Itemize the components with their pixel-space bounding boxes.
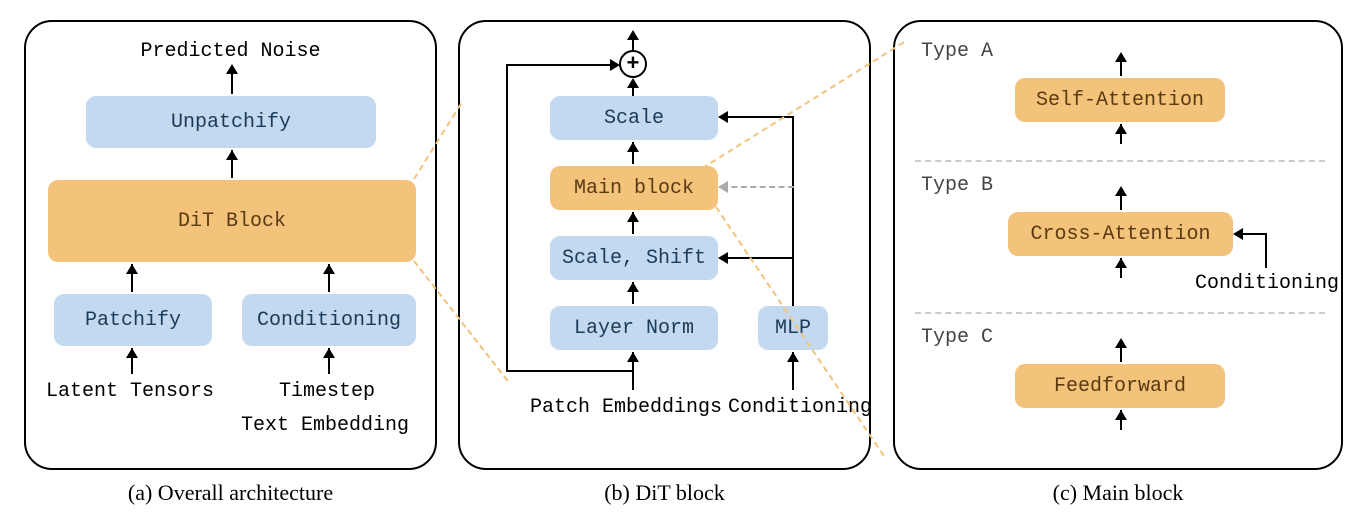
- caption-c: (c) Main block: [893, 480, 1343, 506]
- arrowhead-right-icon: [610, 59, 620, 71]
- residual-bottom: [506, 370, 634, 372]
- arrow-mlp-scaleshift: [720, 257, 794, 259]
- caption-b: (b) DiT block: [458, 480, 871, 506]
- arrowhead-icon: [627, 30, 639, 40]
- arrowhead-icon: [1115, 52, 1127, 62]
- cross-attention-block: Cross-Attention: [1008, 212, 1233, 256]
- patchify-block: Patchify: [54, 294, 212, 346]
- residual-add-icon: +: [619, 50, 647, 78]
- arrow-mlp-vertical: [792, 116, 794, 306]
- residual-top: [506, 64, 618, 66]
- arrowhead-icon: [627, 142, 639, 152]
- arrowhead-icon: [627, 352, 639, 362]
- arrowhead-icon: [1233, 228, 1243, 240]
- arrow-unpatchify-out: [231, 72, 233, 94]
- arrowhead-icon: [787, 352, 799, 362]
- panel-overall-architecture: Predicted Noise Unpatchify DiT Block Pat…: [24, 20, 437, 470]
- latent-tensors-label: Latent Tensors: [46, 380, 214, 403]
- residual-vertical: [506, 64, 508, 370]
- conditioning-block: Conditioning: [242, 294, 416, 346]
- arrowhead-icon: [627, 212, 639, 222]
- type-b-label: Type B: [921, 174, 993, 197]
- arrowhead-icon: [627, 78, 639, 88]
- caption-a: (a) Overall architecture: [24, 480, 437, 506]
- arrowhead-icon: [323, 348, 335, 358]
- text-embedding-label: Text Embedding: [241, 414, 409, 437]
- arrowhead-icon: [1115, 124, 1127, 134]
- scale-shift-block: Scale, Shift: [550, 236, 718, 280]
- self-attention-block: Self-Attention: [1015, 78, 1225, 122]
- type-c-label: Type C: [921, 326, 993, 349]
- timestep-label: Timestep: [279, 380, 375, 403]
- arrowhead-icon: [226, 64, 238, 74]
- unpatchify-block: Unpatchify: [86, 96, 376, 148]
- layer-norm-block: Layer Norm: [550, 306, 718, 350]
- patch-embeddings-label: Patch Embeddings: [530, 396, 722, 419]
- arrowhead-icon: [1115, 410, 1127, 420]
- predicted-noise-label: Predicted Noise: [26, 40, 435, 63]
- arrowhead-icon: [627, 282, 639, 292]
- panel-main-block: Type A Self-Attention Type B Cross-Atten…: [893, 20, 1343, 470]
- panel-dit-block: + Scale Main block Scale, Shift Layer No…: [458, 20, 871, 470]
- arrowhead-icon: [718, 111, 728, 123]
- arrowhead-icon: [718, 252, 728, 264]
- dit-block: DiT Block: [48, 180, 416, 262]
- arrowhead-icon: [1115, 258, 1127, 268]
- scale-block: Scale: [550, 96, 718, 140]
- mlp-block: MLP: [758, 306, 828, 350]
- type-a-label: Type A: [921, 40, 993, 63]
- arrowhead-icon: [323, 264, 335, 274]
- arrowhead-gray-icon: [718, 181, 728, 193]
- arrowhead-icon: [126, 348, 138, 358]
- arrow-cond-crossattn-v: [1265, 234, 1267, 268]
- arrowhead-icon: [1115, 186, 1127, 196]
- arrowhead-icon: [1115, 338, 1127, 348]
- divider-ab: [915, 160, 1325, 162]
- arrow-mlp-mainblock-dashed: [722, 186, 794, 188]
- arrowhead-icon: [226, 150, 238, 160]
- conditioning-c-label: Conditioning: [1195, 272, 1339, 295]
- divider-bc: [915, 312, 1325, 314]
- arrowhead-icon: [126, 264, 138, 274]
- feedforward-block: Feedforward: [1015, 364, 1225, 408]
